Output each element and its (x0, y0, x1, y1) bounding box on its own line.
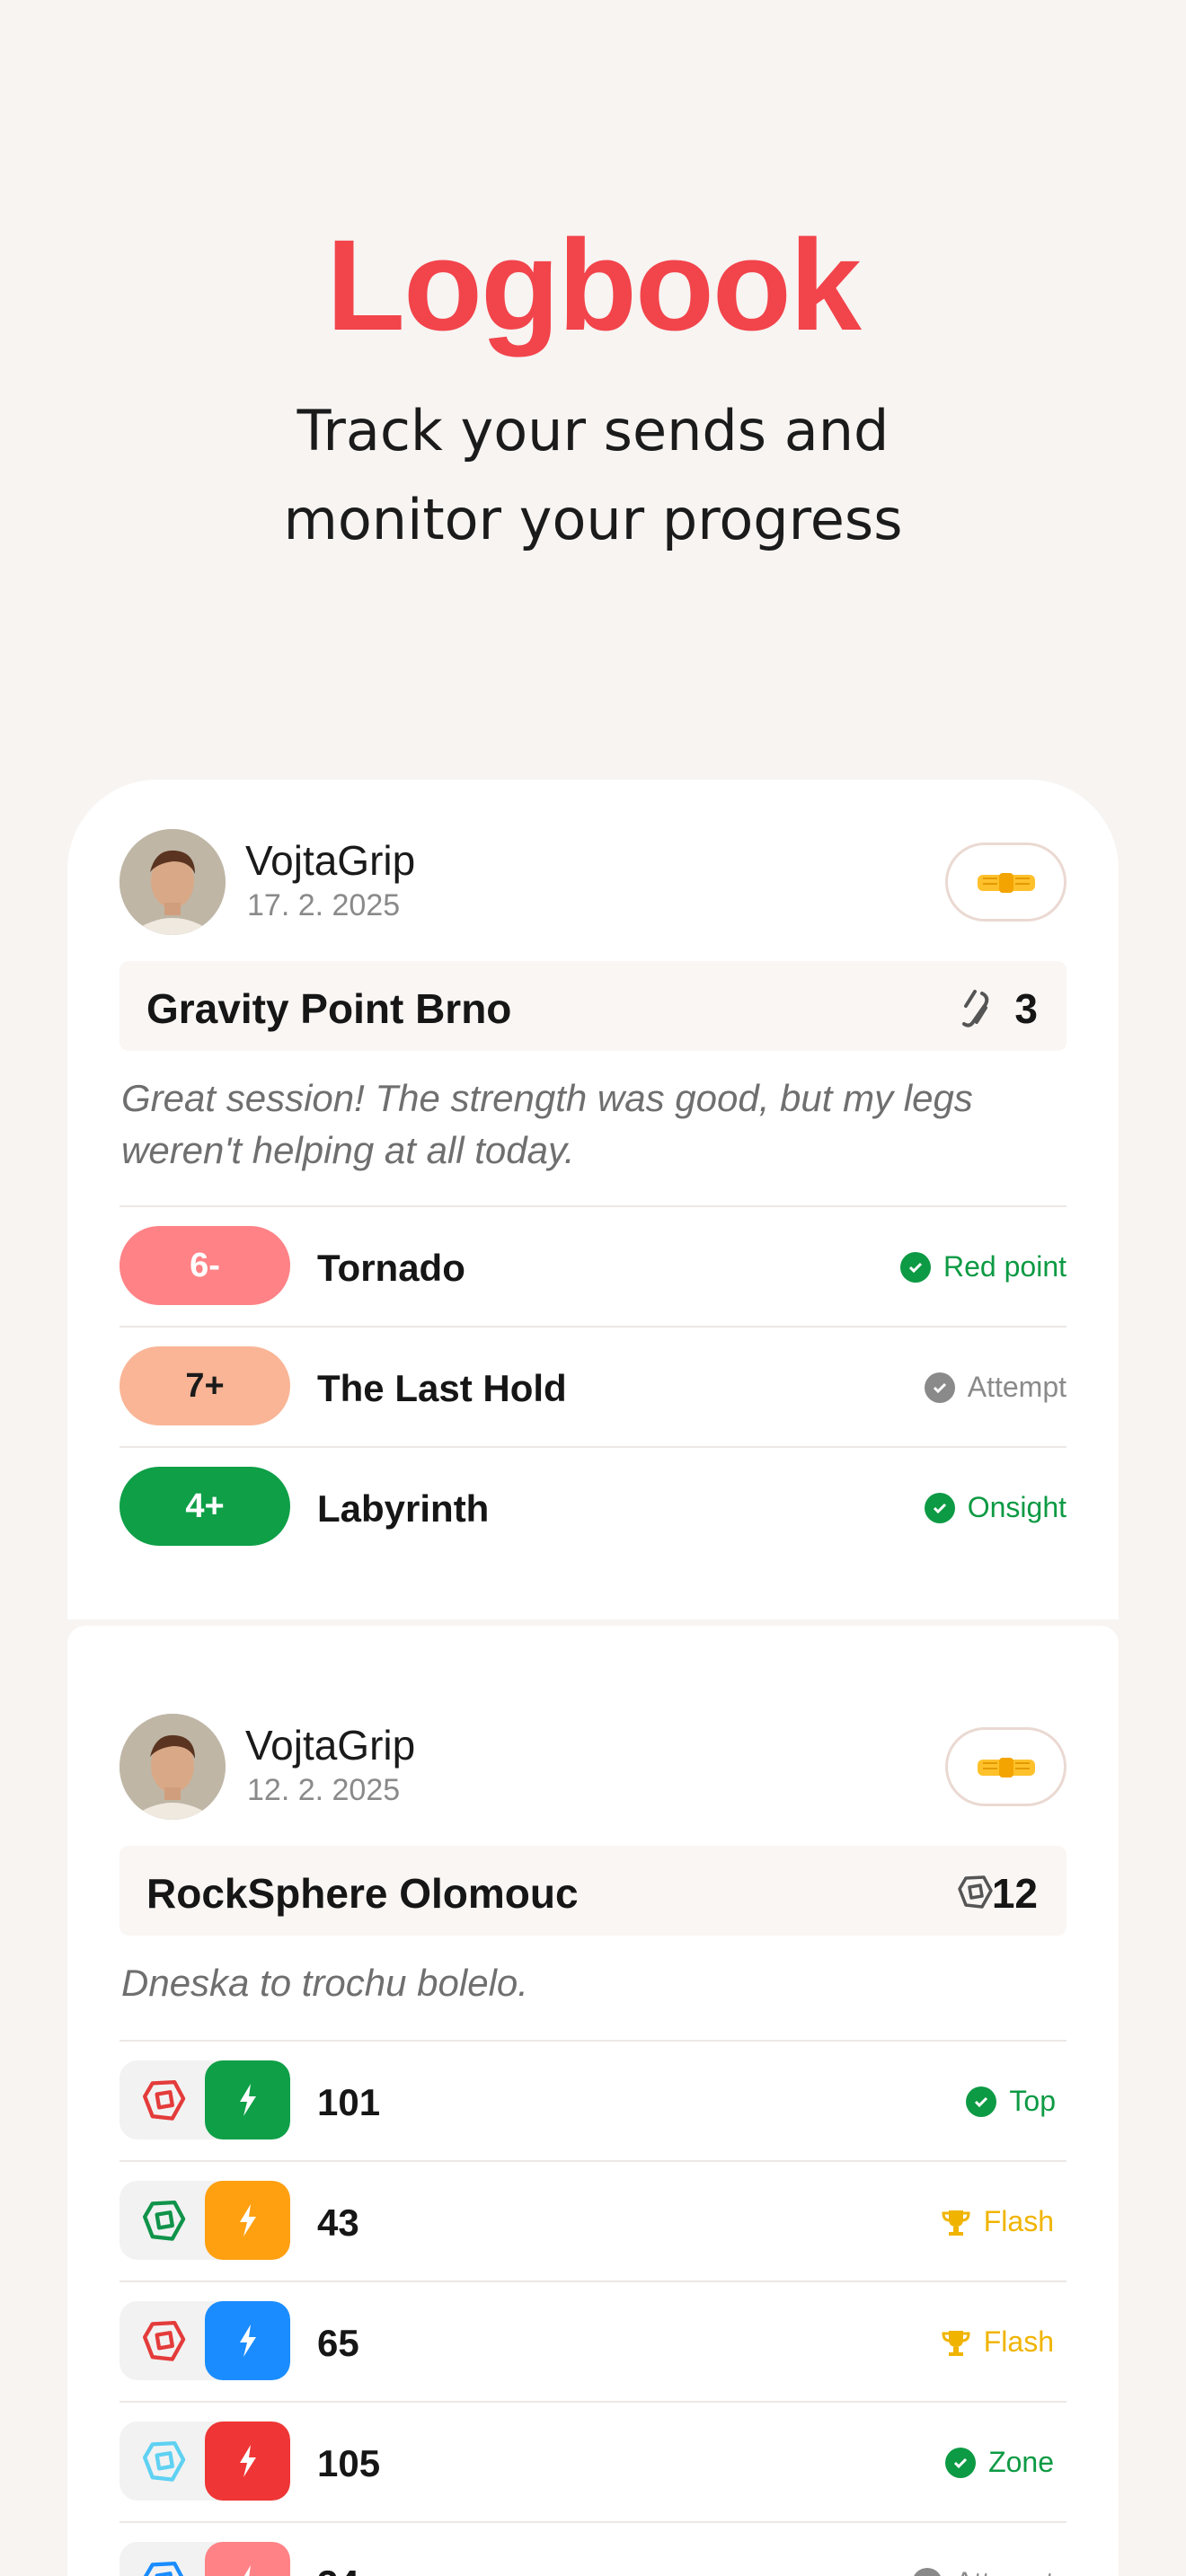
boulder-row[interactable]: 101 Top (119, 2040, 1067, 2160)
boulder-name: 101 (317, 2081, 381, 2123)
status-label: Attempt (955, 2566, 1054, 2576)
route-status: Red point (900, 1250, 1067, 1284)
page-subtitle: Track your sends and monitor your progre… (0, 386, 1186, 564)
status-label: Zone (988, 2446, 1054, 2478)
check-circle-icon (924, 1372, 955, 1403)
gym-name: RockSphere Olomouc (146, 1870, 579, 1917)
boulder-name: 105 (317, 2442, 381, 2484)
status-label: Top (1009, 2085, 1056, 2117)
boulder-hold-icon (142, 2440, 186, 2482)
status-label: Flash (983, 2205, 1054, 2237)
boulder-badge (119, 2181, 290, 2260)
trophy-icon (942, 2330, 970, 2356)
fist-bump-button[interactable] (945, 1727, 1067, 1806)
grade-badge: 6- (119, 1226, 290, 1305)
route-name: Tornado (317, 1247, 465, 1289)
boulder-hold-icon (958, 1875, 993, 1909)
logbook-entry-card[interactable]: VojtaGrip 12. 2. 2025 RockSphere Olomouc… (67, 1626, 1119, 2576)
boulder-name: 65 (317, 2322, 359, 2364)
check-circle-icon (945, 2447, 977, 2478)
subtitle-line-2: monitor your progress (283, 487, 903, 552)
boulder-badge (119, 2301, 290, 2380)
fist-bump-button[interactable] (945, 842, 1067, 922)
username[interactable]: VojtaGrip (245, 836, 415, 885)
gym-bar[interactable]: RockSphere Olomouc 12 (119, 1846, 1067, 1936)
boulder-badge (119, 2060, 290, 2139)
entry-date: 12. 2. 2025 (247, 1773, 401, 1807)
username[interactable]: VojtaGrip (245, 1721, 415, 1769)
avatar[interactable] (119, 829, 226, 935)
route-name: The Last Hold (317, 1367, 567, 1409)
grade-badge: 4+ (119, 1467, 290, 1546)
boulder-status: Zone (945, 2446, 1054, 2479)
status-label: Attempt (967, 1371, 1067, 1403)
route-status: Onsight (924, 1491, 1067, 1524)
fist-bump-icon (977, 1758, 1035, 1778)
fist-bump-icon (977, 873, 1035, 893)
gym-name: Gravity Point Brno (146, 985, 512, 1032)
boulder-row[interactable]: 43 Flash (119, 2160, 1067, 2280)
boulder-row[interactable]: 34 Attempt (119, 2521, 1067, 2576)
route-count: 3 (1014, 985, 1038, 1032)
quickdraw-icon (962, 990, 989, 1028)
boulder-status: Flash (941, 2325, 1054, 2359)
boulder-badge (119, 2422, 290, 2501)
route-status: Attempt (924, 1371, 1067, 1404)
boulder-status: Flash (941, 2205, 1054, 2238)
route-name: Labyrinth (317, 1487, 490, 1530)
entry-header: VojtaGrip 17. 2. 2025 (119, 829, 1067, 935)
entry-header: VojtaGrip 12. 2. 2025 (119, 1714, 1067, 1820)
bolt-icon (205, 2060, 290, 2139)
boulder-status: Attempt (911, 2566, 1054, 2576)
subtitle-line-1: Track your sends and (296, 398, 890, 463)
boulder-badge (119, 2542, 290, 2576)
route-count: 12 (991, 1870, 1038, 1917)
boulder-row[interactable]: 65 Flash (119, 2280, 1067, 2401)
check-circle-icon (966, 2086, 997, 2117)
boulder-status: Top (966, 2085, 1056, 2118)
boulder-name: 43 (317, 2201, 359, 2244)
entry-note: Great session! The strength was good, bu… (121, 1077, 973, 1171)
status-label: Onsight (967, 1491, 1067, 1523)
gym-bar[interactable]: Gravity Point Brno 3 (119, 961, 1067, 1051)
boulder-hold-icon (142, 2200, 186, 2241)
bolt-icon (205, 2301, 290, 2380)
route-row[interactable]: 4+ Labyrinth Onsight (119, 1446, 1067, 1566)
bolt-icon (205, 2422, 290, 2501)
bolt-icon (205, 2181, 290, 2260)
boulder-hold-icon (142, 2320, 186, 2361)
status-label: Red point (943, 1250, 1067, 1283)
status-label: Flash (983, 2325, 1054, 2358)
logbook-entry-card[interactable]: VojtaGrip 17. 2. 2025 Gravity Point Brno… (67, 780, 1119, 1619)
boulder-hold-icon (143, 2561, 184, 2576)
check-circle-icon (911, 2567, 943, 2576)
route-row[interactable]: 7+ The Last Hold Attempt (119, 1326, 1067, 1446)
grade-badge: 7+ (119, 1346, 290, 1425)
trophy-icon (942, 2210, 970, 2236)
check-circle-icon (900, 1251, 932, 1283)
bolt-icon (205, 2542, 290, 2576)
route-row[interactable]: 6- Tornado Red point (119, 1205, 1067, 1326)
check-circle-icon (924, 1492, 955, 1523)
page-title: Logbook (326, 213, 862, 357)
boulder-row[interactable]: 105 Zone (119, 2401, 1067, 2521)
boulder-name: 34 (317, 2563, 359, 2576)
avatar[interactable] (119, 1714, 226, 1820)
entry-note: Dneska to trochu bolelo. (121, 1962, 528, 2004)
boulder-hold-icon (142, 2079, 186, 2121)
entry-date: 17. 2. 2025 (247, 888, 401, 922)
